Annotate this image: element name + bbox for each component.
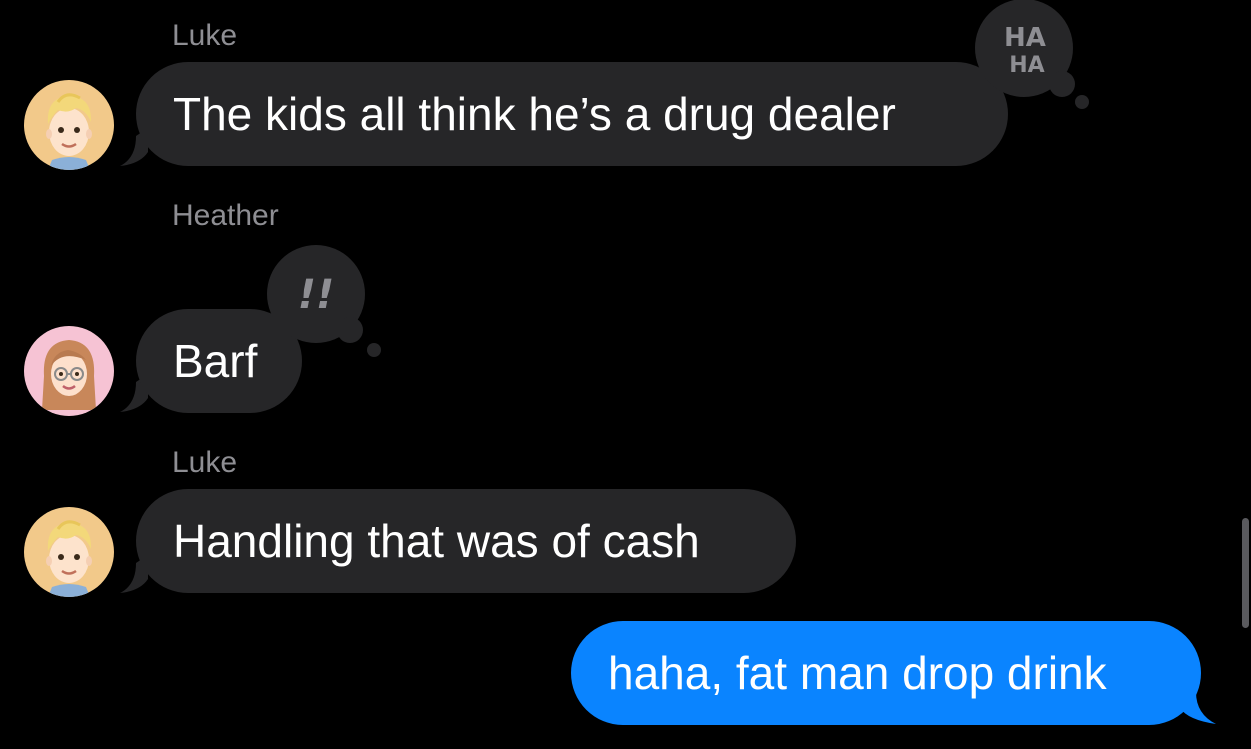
haha-line-2: HA (1009, 53, 1044, 78)
heather-memoji-icon (24, 326, 114, 416)
sender-name-luke: Luke (172, 19, 238, 52)
haha-tapback-icon[interactable]: HA HA (972, 0, 1092, 112)
outgoing-bubble-tail (1180, 686, 1216, 724)
haha-line-1: HA (1004, 23, 1046, 53)
scrollbar-thumb[interactable] (1242, 518, 1249, 628)
heather-avatar[interactable] (24, 326, 114, 416)
message-text: Handling that was of cash (173, 515, 700, 567)
message-text: The kids all think he’s a drug dealer (173, 88, 896, 140)
sender-name-luke: Luke (172, 446, 238, 479)
luke-memoji-icon (24, 507, 114, 597)
emphasize-tapback-icon[interactable]: !! (266, 244, 386, 360)
message-text: haha, fat man drop drink (608, 647, 1107, 699)
message-text: Barf (173, 335, 258, 387)
luke-avatar[interactable] (24, 80, 114, 170)
luke-memoji-icon (24, 80, 114, 170)
emphasize-glyph: !! (298, 272, 334, 318)
outgoing-message-bubble[interactable]: haha, fat man drop drink (571, 621, 1201, 725)
sender-name-heather: Heather (172, 199, 279, 232)
message-bubble[interactable]: Handling that was of cash (136, 489, 796, 593)
luke-avatar[interactable] (24, 507, 114, 597)
message-bubble[interactable]: The kids all think he’s a drug dealer (136, 62, 1008, 166)
